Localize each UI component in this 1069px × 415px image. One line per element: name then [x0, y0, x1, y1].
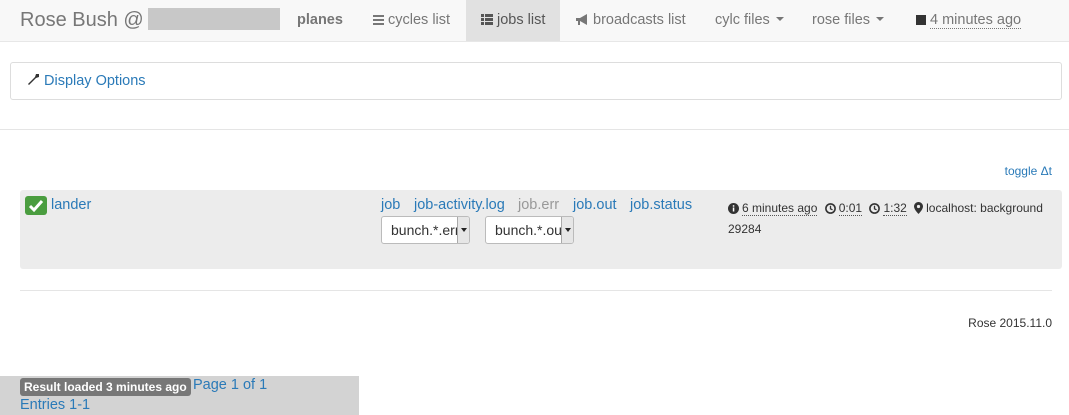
run-time: 1:32 [883, 201, 907, 216]
err-file-select[interactable]: bunch.*.err [381, 216, 470, 244]
dropdown-arrow-icon [457, 217, 469, 243]
th-list-icon [481, 14, 493, 25]
tab-label: cycles list [388, 12, 451, 28]
caret-down-icon [876, 17, 885, 21]
select-value: bunch.*.err [391, 222, 460, 238]
clock-icon [869, 203, 881, 214]
display-options-toggle[interactable]: Display Options [27, 73, 146, 89]
wrench-icon [28, 74, 39, 85]
check-icon [25, 196, 47, 215]
job-pid: 29284 [728, 222, 762, 236]
map-marker-icon [914, 202, 924, 214]
redacted-host [147, 8, 280, 30]
menu-label: rose files [812, 12, 871, 28]
updated-time: 4 minutes ago [930, 12, 1022, 29]
divider [0, 129, 1069, 130]
job-host: localhost: background [926, 201, 1043, 215]
clock-icon [824, 203, 836, 214]
rose-version: Rose 2015.11.0 [968, 316, 1052, 330]
tab-broadcasts-list[interactable]: broadcasts list [561, 0, 701, 41]
navbar: Rose Bush @ planes cycles list jobs list… [0, 0, 1069, 42]
brand[interactable]: Rose Bush @ [20, 8, 280, 32]
menu-label: cylc files [715, 12, 770, 28]
display-options-panel: Display Options [10, 62, 1062, 100]
tab-label: broadcasts list [593, 12, 686, 28]
queue-time: 0:01 [838, 201, 863, 216]
page-info-link[interactable]: Page 1 of 1 [193, 377, 267, 393]
list-icon [373, 15, 384, 25]
brand-text: Rose Bush @ [20, 9, 144, 31]
status-box: Result loaded 3 minutes ago Page 1 of 1 … [0, 376, 359, 415]
job-status-link[interactable]: job.status [630, 197, 692, 213]
job-row: lander job job-activity.log job.err job.… [20, 190, 1062, 269]
tab-label: jobs list [497, 12, 546, 28]
job-err-link: job.err [518, 197, 560, 213]
display-options-label: Display Options [44, 73, 146, 89]
menu-rose-files[interactable]: rose files [797, 0, 899, 41]
tab-cycles-list[interactable]: cycles list [358, 0, 465, 41]
caret-down-icon [775, 17, 784, 21]
result-loaded-badge: Result loaded 3 minutes ago [20, 378, 191, 396]
stop-icon [916, 15, 926, 25]
toggle-delta-t-link[interactable]: toggle Δt [1005, 164, 1052, 178]
job-activity-log-link[interactable]: job-activity.log [414, 197, 505, 213]
job-name-link[interactable]: lander [51, 197, 91, 213]
job-out-link[interactable]: job.out [573, 197, 617, 213]
info-icon [728, 203, 739, 214]
menu-cylc-files[interactable]: cylc files [700, 0, 799, 41]
out-file-select[interactable]: bunch.*.out [485, 216, 574, 244]
bullhorn-icon [576, 14, 587, 25]
dropdown-arrow-icon [561, 217, 573, 243]
tab-jobs-list[interactable]: jobs list [466, 0, 561, 41]
divider [20, 290, 1052, 291]
submit-time: 6 minutes ago [742, 201, 818, 216]
suite-name[interactable]: planes [282, 0, 358, 41]
entries-link[interactable]: Entries 1-1 [20, 397, 90, 413]
refresh-status[interactable]: 4 minutes ago [901, 0, 1036, 41]
job-meta: 6 minutes ago 0:01 1:32 localhost: backg… [728, 198, 1058, 240]
job-file-link[interactable]: job [381, 197, 400, 213]
select-value: bunch.*.out [495, 222, 566, 238]
